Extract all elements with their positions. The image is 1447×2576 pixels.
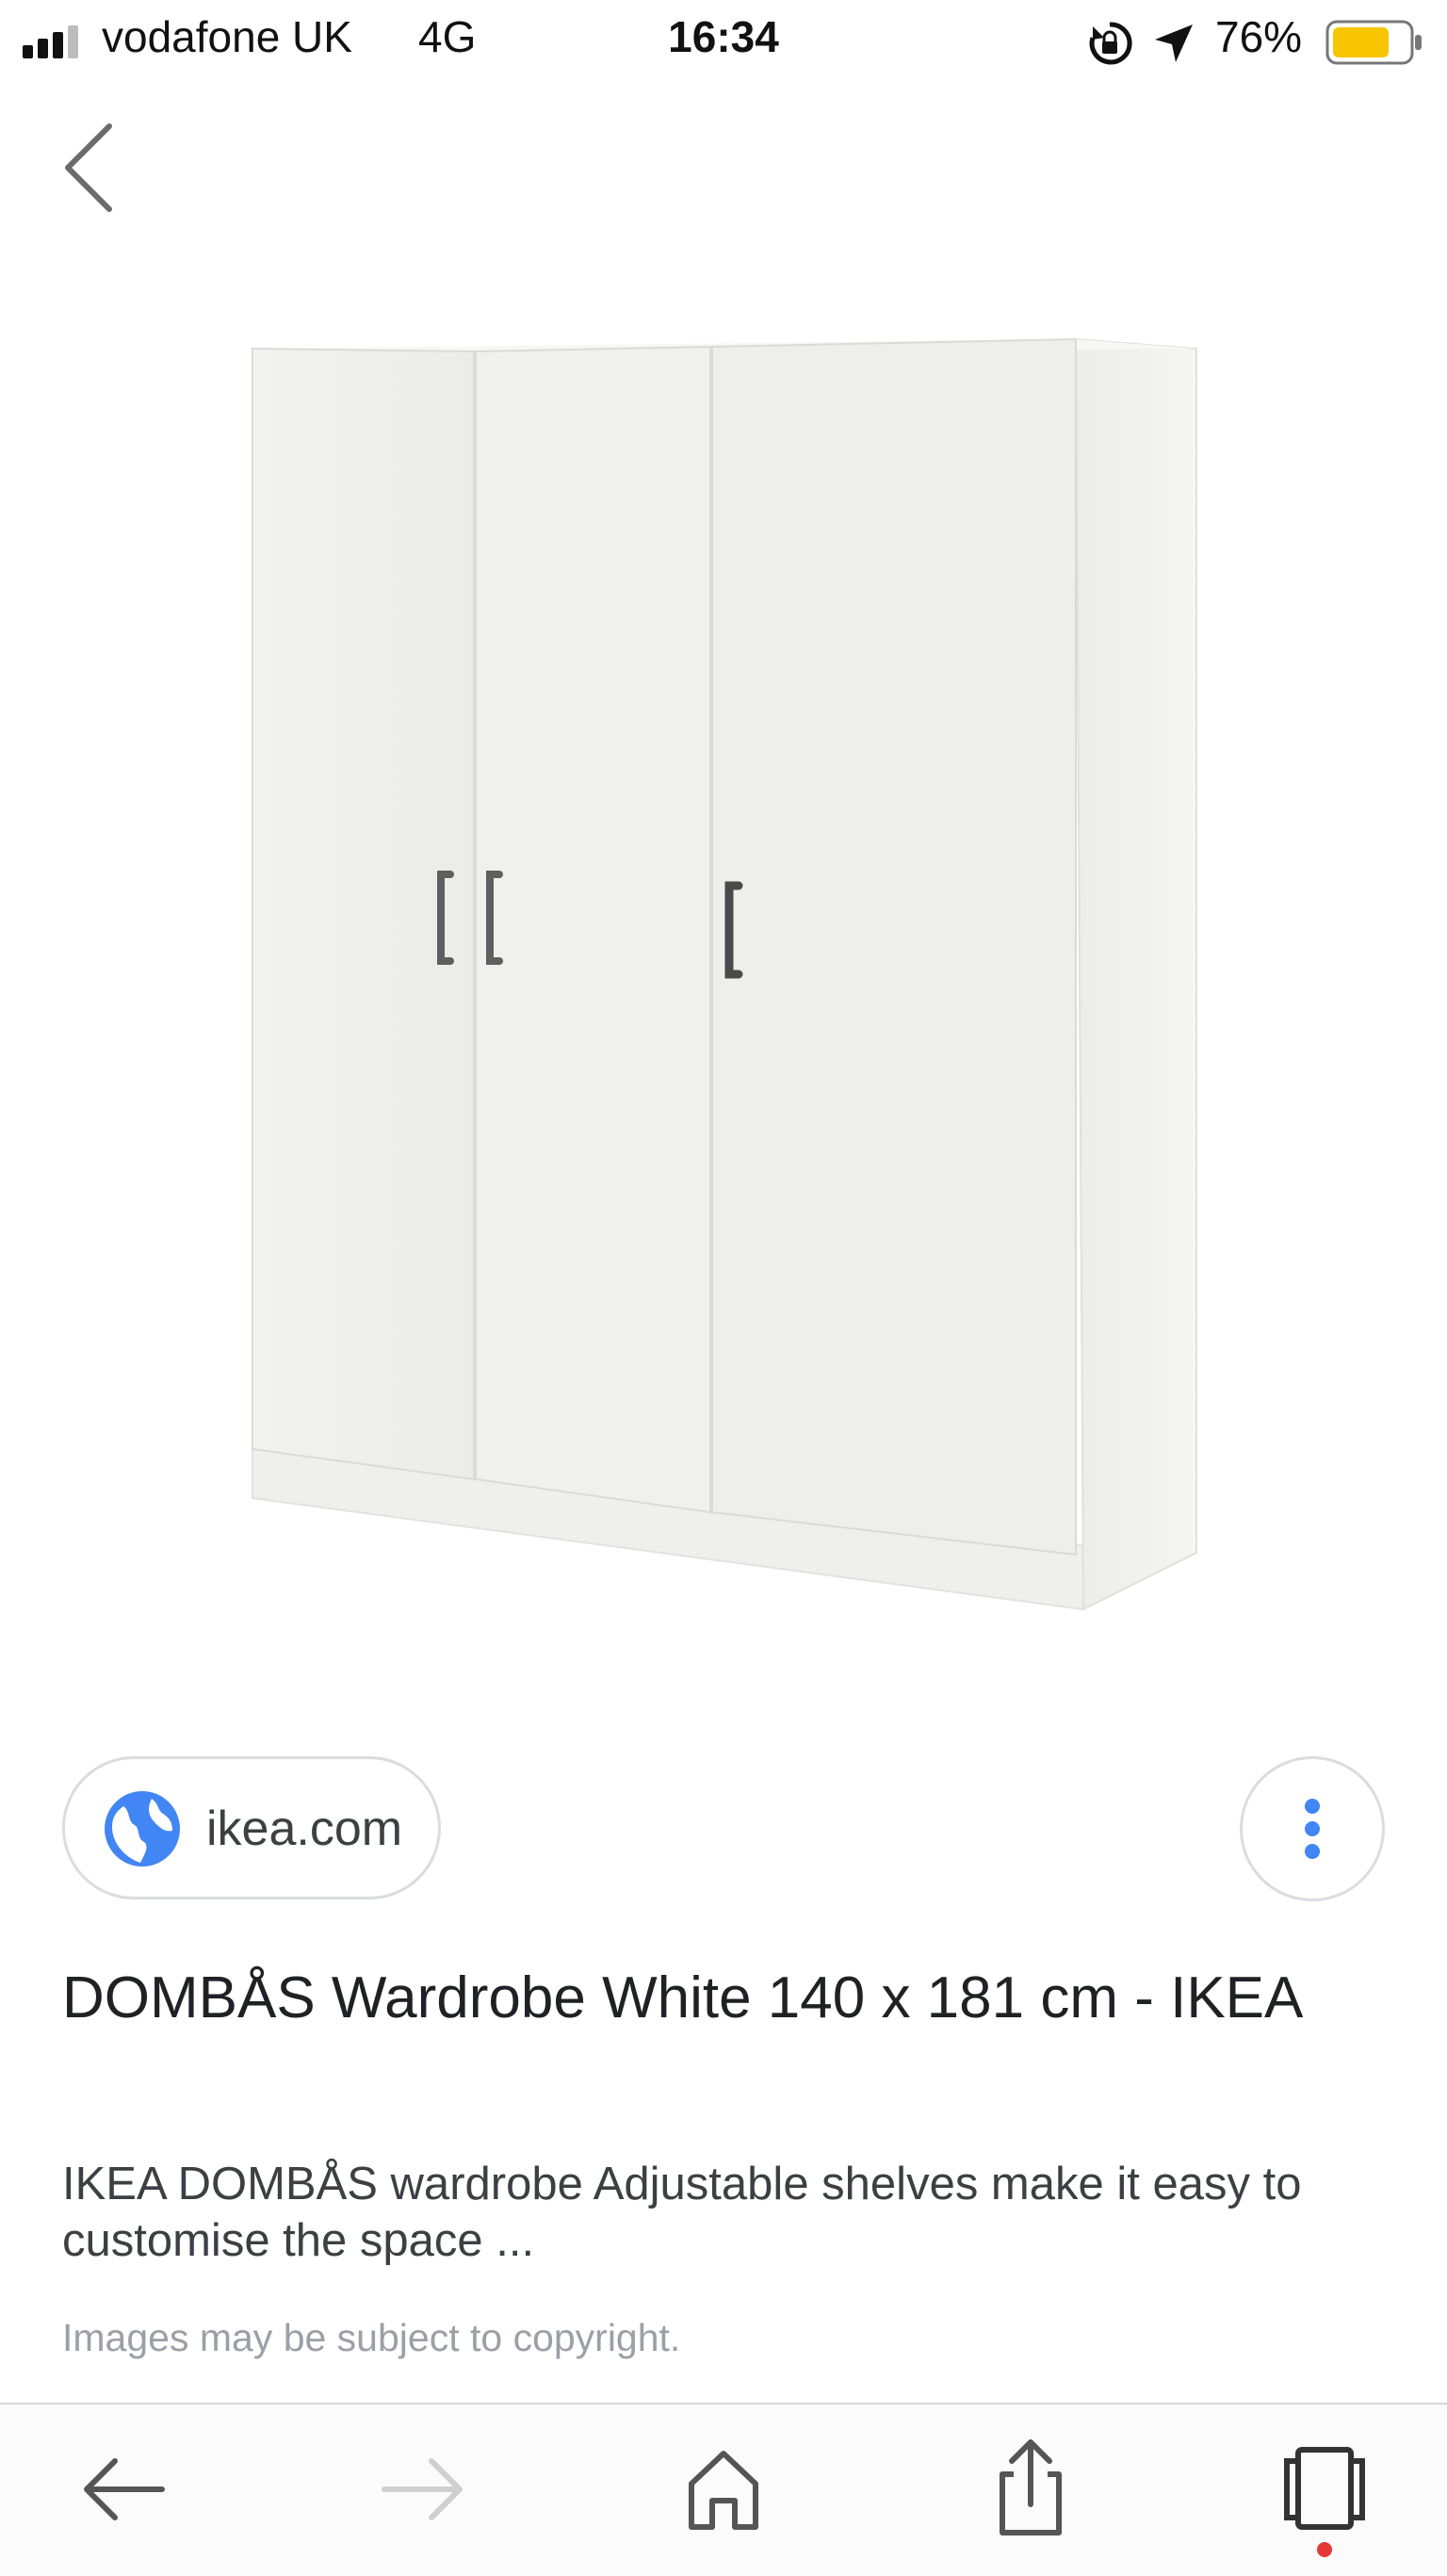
notification-dot [1317,2542,1332,2557]
battery-percent: 76% [1215,12,1303,61]
tabs-icon[interactable] [1268,2433,1381,2565]
share-icon[interactable] [974,2433,1087,2546]
wardrobe-door-right [711,337,1077,1557]
chevron-left-icon [65,123,112,212]
status-bar: vodafone UK 4G 16:34 76% [0,0,1447,83]
back-button[interactable] [55,121,130,215]
back-arrow-icon[interactable] [68,2433,181,2546]
location-arrow-icon [1155,24,1193,62]
forward-arrow-icon[interactable] [366,2433,479,2546]
result-snippet: IKEA DOMBÅS wardrobe Adjustable shelves … [62,2159,1302,2266]
battery-icon [1325,20,1422,65]
more-vert-icon [1243,1759,1382,1899]
wardrobe-door-middle [475,345,711,1514]
more-options-button[interactable] [1240,1756,1385,1901]
copyright-note: Images may be subject to copyright. [62,2316,681,2359]
source-chip[interactable]: ikea.com [62,1756,441,1899]
source-domain: ikea.com [206,1802,403,1856]
product-image[interactable] [141,207,1306,1677]
home-icon[interactable] [667,2433,780,2546]
browser-toolbar [0,2403,1447,2576]
orientation-lock-icon [1089,22,1132,65]
globe-icon [105,1791,180,1867]
result-title[interactable]: DOMBÅS Wardrobe White 140 x 181 cm - IKE… [62,1952,1325,2045]
